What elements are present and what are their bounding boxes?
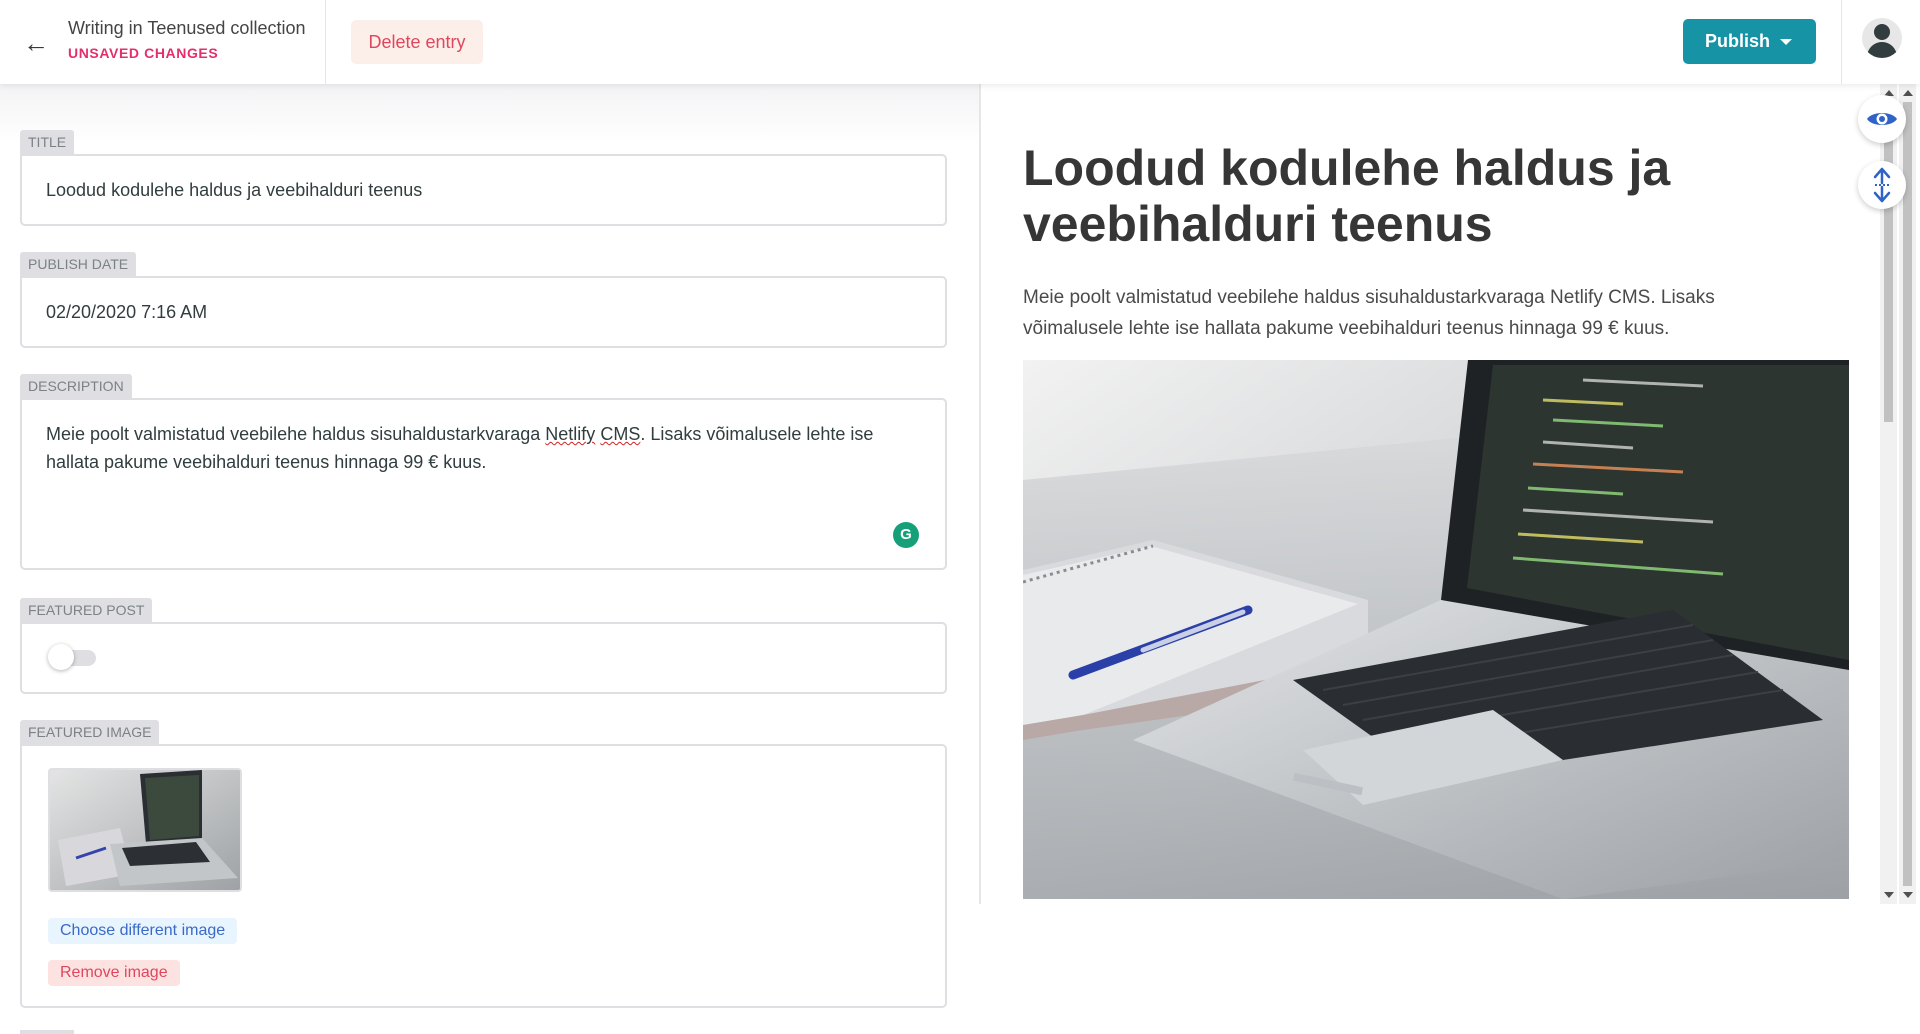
featured-image-thumbnail [48,768,242,892]
description-field: DESCRIPTION Meie poolt valmistatud veebi… [20,374,947,570]
scroll-up-icon[interactable] [1903,90,1913,96]
preview-scroll-thumb[interactable] [1884,102,1893,422]
arrow-left-icon: ← [23,27,49,58]
collection-info: Writing in Teenused collection UNSAVED C… [68,18,305,61]
featured-image-field: FEATURED IMAGE Choose different image Re… [20,720,947,1008]
spelling-error: CMS [600,424,641,444]
collection-title: Writing in Teenused collection [68,18,306,38]
toggle-preview-button[interactable] [1858,95,1906,143]
unsaved-status: UNSAVED CHANGES [68,45,219,61]
description-textarea[interactable]: Meie poolt valmistatud veebilehe haldus … [22,400,945,568]
editor-toolbar: ← Writing in Teenused collection UNSAVED… [0,0,1920,84]
user-avatar-icon[interactable] [1862,18,1902,58]
caret-down-icon [1780,39,1792,45]
toolbar-divider [1841,0,1842,84]
page-scrollbar[interactable] [1899,84,1916,904]
grammarly-icon[interactable]: G [893,522,919,548]
remove-image-button[interactable]: Remove image [48,960,180,986]
choose-different-image-button[interactable]: Choose different image [48,918,238,944]
preview-description: Meie poolt valmistatud veebilehe haldus … [1023,287,1715,339]
publish-date-field: PUBLISH DATE 02/20/2020 7:16 AM [20,252,947,348]
featured-post-label: FEATURED POST [20,598,153,622]
title-field: TITLE Loodud kodulehe haldus ja veebihal… [20,130,947,226]
publish-date-input[interactable]: 02/20/2020 7:16 AM [22,278,945,346]
scroll-down-icon[interactable] [1903,892,1913,898]
spelling-error: Netlify [545,424,596,444]
page-scroll-thumb[interactable] [1903,102,1912,886]
back-button[interactable]: ← [18,28,54,58]
sync-scroll-icon [1873,167,1891,203]
delete-entry-button[interactable]: Delete entry [351,20,483,64]
title-input[interactable]: Loodud kodulehe haldus ja veebihalduri t… [22,156,945,224]
next-field-label [20,1030,74,1034]
editor-pane: TITLE Loodud kodulehe haldus ja veebihal… [0,84,979,1032]
preview-featured-image [1023,360,1849,899]
publish-label: Publish [1705,31,1771,51]
preview-pane: Loodud kodulehe haldus ja veebihalduri t… [981,84,1880,904]
description-label: DESCRIPTION [20,374,132,398]
featured-post-field: FEATURED POST [20,598,947,694]
toolbar-divider [325,0,326,84]
title-label: TITLE [20,130,75,154]
featured-image-label: FEATURED IMAGE [20,720,160,744]
eye-icon [1867,113,1897,125]
preview-title: Loodud kodulehe haldus ja veebihalduri t… [1023,140,1671,252]
publish-button[interactable]: Publish [1683,19,1816,64]
publish-date-label: PUBLISH DATE [20,252,137,276]
sync-scroll-button[interactable] [1858,161,1906,209]
scroll-down-icon[interactable] [1884,892,1894,898]
toggle-knob[interactable] [48,644,74,670]
